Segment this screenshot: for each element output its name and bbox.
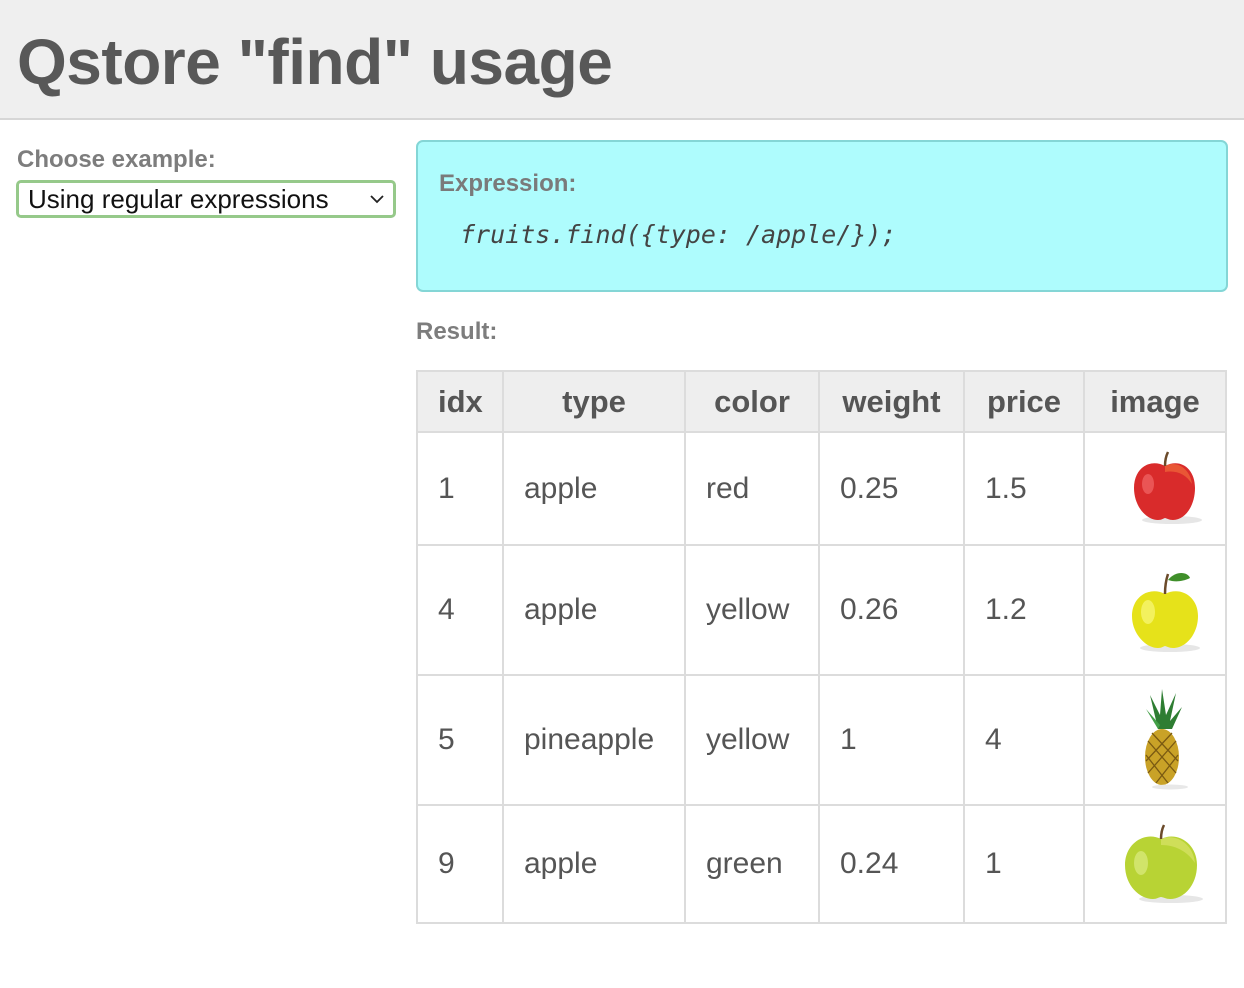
cell-weight: 0.25 [818, 431, 965, 546]
column-header-type: type [502, 370, 686, 433]
cell-idx: 4 [416, 544, 504, 676]
cell-color: green [684, 804, 820, 924]
chevron-down-icon [370, 195, 384, 204]
table-row: 9 apple green 0.24 1 [416, 804, 1227, 924]
cell-image [1083, 674, 1227, 806]
example-select-value: Using regular expressions [28, 184, 329, 214]
cell-color: yellow [684, 674, 820, 806]
cell-price: 1.5 [963, 431, 1085, 546]
cell-price: 4 [963, 674, 1085, 806]
table-row: 4 apple yellow 0.26 1.2 [416, 544, 1227, 676]
table-header-row: idx type color weight price image [416, 370, 1227, 433]
pineapple-image [1145, 689, 1188, 790]
column-header-color: color [684, 370, 820, 433]
cell-type: apple [502, 804, 686, 924]
choose-example-label: Choose example: [17, 146, 216, 173]
cell-type: apple [502, 431, 686, 546]
cell-color: yellow [684, 544, 820, 676]
cell-price: 1.2 [963, 544, 1085, 676]
yellow-apple-image [1132, 573, 1200, 652]
cell-weight: 0.26 [818, 544, 965, 676]
column-header-weight: weight [818, 370, 965, 433]
cell-image [1083, 804, 1227, 924]
page-header: Qstore "find" usage [0, 0, 1244, 120]
cell-type: pineapple [502, 674, 686, 806]
results-table: idx type color weight price image 1 appl… [416, 370, 1227, 924]
cell-color: red [684, 431, 820, 546]
green-apple-image [1125, 824, 1203, 903]
expression-code: fruits.find({type: /apple/}); [460, 220, 897, 249]
cell-price: 1 [963, 804, 1085, 924]
cell-image [1083, 544, 1227, 676]
red-apple-image [1134, 450, 1202, 524]
table-row: 5 pineapple yellow 1 4 [416, 674, 1227, 806]
expression-label: Expression: [439, 170, 577, 197]
cell-weight: 1 [818, 674, 965, 806]
expression-panel: Expression: fruits.find({type: /apple/})… [416, 140, 1228, 292]
result-label: Result: [416, 318, 498, 345]
cell-weight: 0.24 [818, 804, 965, 924]
column-header-idx: idx [416, 370, 504, 433]
column-header-image: image [1083, 370, 1227, 433]
cell-idx: 5 [416, 674, 504, 806]
cell-image [1083, 431, 1227, 546]
cell-idx: 9 [416, 804, 504, 924]
cell-type: apple [502, 544, 686, 676]
cell-idx: 1 [416, 431, 504, 546]
example-select[interactable]: Using regular expressions [16, 180, 396, 218]
table-row: 1 apple red 0.25 1.5 [416, 431, 1227, 546]
column-header-price: price [963, 370, 1085, 433]
page-title: Qstore "find" usage [17, 26, 613, 98]
